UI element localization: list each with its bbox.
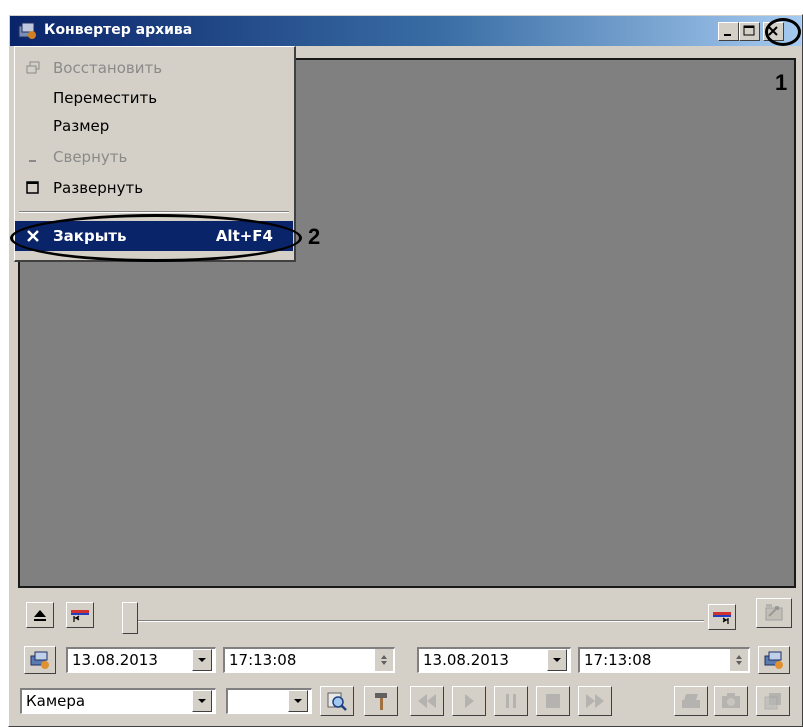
spinner-down-icon — [736, 661, 742, 665]
pause-icon — [506, 694, 516, 708]
pause-button[interactable] — [494, 686, 528, 716]
camera-clock-icon — [30, 651, 49, 669]
print-button[interactable] — [674, 686, 708, 716]
window-title: Конвертер архива — [44, 22, 193, 38]
chevron-down-icon — [553, 658, 561, 662]
print-icon — [682, 694, 700, 708]
end-time-spinner[interactable] — [730, 649, 748, 671]
set-end-marker-button[interactable] — [708, 604, 736, 630]
play-button[interactable] — [452, 686, 486, 716]
menu-item-minimize[interactable]: Свернуть — [15, 142, 293, 172]
menu-item-label: Размер — [53, 117, 110, 135]
spinner-down-icon — [381, 661, 387, 665]
callout-label-1: 1 — [775, 70, 788, 95]
maximize-icon — [23, 173, 43, 205]
minimize-icon — [23, 142, 43, 174]
set-current-end-button[interactable] — [758, 646, 790, 674]
set-current-start-button[interactable] — [24, 646, 56, 674]
minimize-button[interactable] — [718, 22, 739, 41]
chevron-down-icon — [294, 699, 302, 703]
export-button[interactable] — [756, 598, 792, 628]
camera-select-value: Камера — [26, 692, 86, 710]
eject-up-icon — [34, 610, 46, 621]
start-time-spinner[interactable] — [375, 649, 393, 671]
restore-icon — [23, 53, 43, 85]
menu-item-label: Свернуть — [53, 148, 128, 166]
end-time-field[interactable]: 17:13:08 — [578, 647, 750, 673]
start-date-dropdown[interactable] — [192, 649, 212, 671]
maximize-button[interactable] — [739, 22, 760, 41]
rewind-button[interactable] — [410, 686, 444, 716]
secondary-select-dropdown[interactable] — [288, 690, 308, 712]
camera-icon — [722, 693, 740, 708]
stop-button[interactable] — [536, 686, 570, 716]
minimize-icon — [724, 34, 731, 36]
menu-item-maximize[interactable]: Развернуть — [15, 173, 293, 203]
menu-item-label: Развернуть — [53, 179, 144, 197]
menu-separator — [19, 211, 289, 213]
fast-forward-icon — [586, 694, 604, 708]
maximize-icon — [743, 25, 755, 36]
export-icon — [765, 604, 783, 621]
rewind-icon — [418, 694, 436, 708]
copy-button[interactable] — [756, 686, 790, 716]
end-time-value: 17:13:08 — [584, 651, 652, 669]
end-date-value: 13.08.2013 — [423, 651, 509, 669]
fast-forward-button[interactable] — [578, 686, 612, 716]
menu-item-restore[interactable]: Восстановить — [15, 53, 293, 83]
start-time-field[interactable]: 17:13:08 — [223, 647, 395, 673]
menu-item-label: Переместить — [53, 89, 158, 107]
menu-item-move[interactable]: Переместить — [15, 83, 293, 113]
camera-select-dropdown[interactable] — [192, 690, 212, 712]
start-date-value: 13.08.2013 — [72, 651, 158, 669]
stop-icon — [546, 694, 560, 708]
chevron-down-icon — [198, 658, 206, 662]
timeline-thumb[interactable] — [122, 602, 138, 634]
title-bar[interactable]: Конвертер архива — [10, 16, 801, 46]
callout-ellipse-close — [765, 18, 801, 46]
callout-ellipse-close-item — [10, 214, 302, 262]
copy-icon — [764, 693, 781, 710]
set-start-marker-button[interactable] — [66, 602, 94, 628]
timeline-track[interactable] — [130, 620, 704, 622]
search-button[interactable] — [320, 686, 354, 716]
camera-select[interactable]: Камера — [20, 688, 216, 714]
app-icon[interactable] — [18, 21, 38, 41]
camera-clock-icon — [764, 651, 783, 669]
start-time-value: 17:13:08 — [229, 651, 297, 669]
collapse-button[interactable] — [26, 602, 54, 628]
settings-button[interactable] — [364, 686, 398, 716]
end-date-dropdown[interactable] — [547, 649, 567, 671]
menu-item-size[interactable]: Размер — [15, 111, 293, 141]
search-icon — [327, 692, 347, 711]
callout-label-2: 2 — [308, 224, 321, 249]
snapshot-button[interactable] — [714, 686, 748, 716]
hammer-icon — [375, 693, 387, 710]
start-marker-icon — [71, 610, 89, 622]
chevron-down-icon — [198, 699, 206, 703]
end-marker-icon — [713, 612, 731, 624]
play-icon — [465, 694, 474, 708]
menu-item-label: Восстановить — [53, 59, 163, 77]
